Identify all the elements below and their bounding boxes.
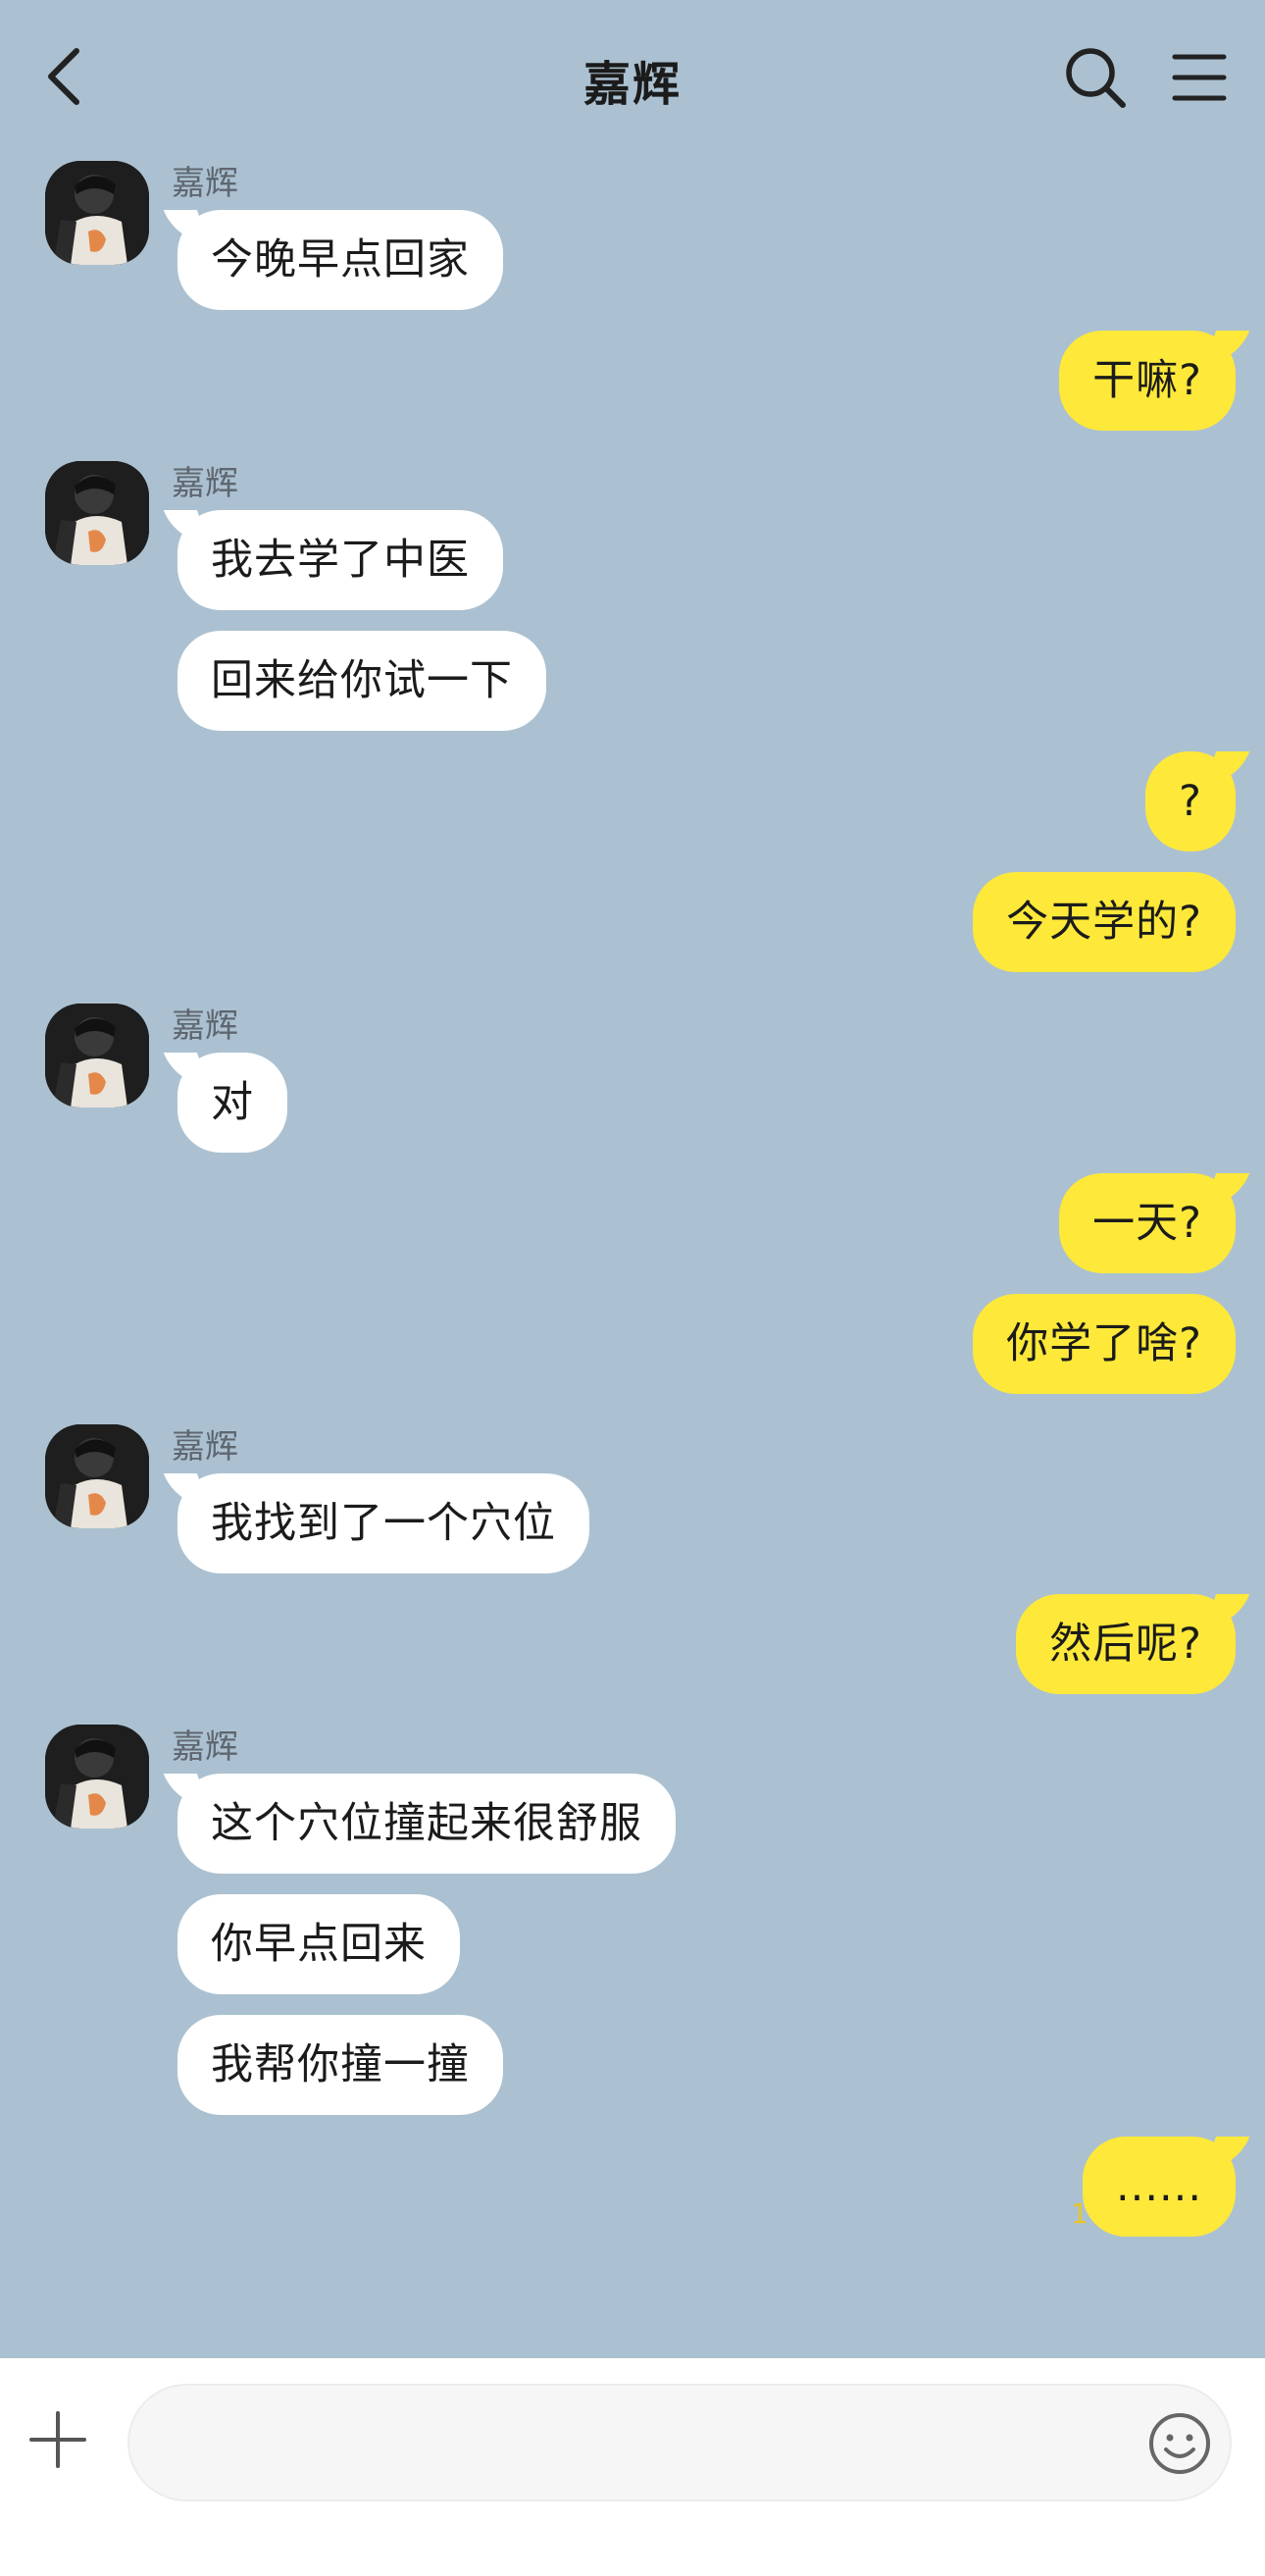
sender-name: 嘉辉 — [172, 464, 238, 503]
avatar[interactable] — [45, 1424, 149, 1528]
emoji-button[interactable] — [1147, 2411, 1212, 2476]
avatar[interactable] — [45, 1725, 149, 1829]
attach-button[interactable] — [27, 2409, 88, 2470]
sender-name: 嘉辉 — [172, 1006, 238, 1046]
avatar-image — [45, 1424, 149, 1528]
incoming-message[interactable]: 今晚早点回家 — [177, 210, 503, 310]
incoming-message[interactable]: 我去学了中医 — [177, 510, 503, 610]
emoji-icon — [1149, 2413, 1210, 2474]
incoming-message[interactable]: 对 — [177, 1053, 287, 1153]
outgoing-message[interactable]: ? — [1145, 751, 1236, 851]
input-bar — [0, 2358, 1265, 2576]
menu-button[interactable] — [1169, 47, 1230, 108]
incoming-message[interactable]: 你早点回来 — [177, 1894, 460, 1994]
avatar[interactable] — [45, 161, 149, 265]
sender-name: 嘉辉 — [172, 1727, 238, 1767]
incoming-message[interactable]: 我找到了一个穴位 — [177, 1473, 589, 1573]
outgoing-message[interactable]: 你学了啥? — [973, 1294, 1236, 1394]
search-icon — [1066, 48, 1126, 108]
sender-name: 嘉辉 — [172, 164, 238, 203]
incoming-message[interactable]: 回来给你试一下 — [177, 631, 546, 731]
avatar-image — [45, 1004, 149, 1108]
avatar-image — [45, 461, 149, 565]
chat-screen: 嘉辉 嘉辉 今晚早点回家 干嘛? 嘉辉 我去学了中医 回来给你试一下 ? 今天学… — [0, 0, 1265, 2576]
hamburger-menu-icon — [1172, 54, 1227, 101]
outgoing-message[interactable]: 一天? — [1059, 1173, 1236, 1273]
avatar[interactable] — [45, 461, 149, 565]
outgoing-message[interactable]: 然后呢? — [1016, 1594, 1236, 1694]
incoming-message[interactable]: 我帮你撞一撞 — [177, 2015, 503, 2115]
outgoing-message[interactable]: 干嘛? — [1059, 331, 1236, 431]
outgoing-message[interactable]: 今天学的? — [973, 872, 1236, 972]
outgoing-message[interactable]: ...... — [1082, 2137, 1236, 2237]
avatar[interactable] — [45, 1004, 149, 1108]
search-button[interactable] — [1061, 43, 1130, 112]
avatar-image — [45, 161, 149, 265]
avatar-image — [45, 1725, 149, 1829]
plus-icon — [29, 2411, 86, 2468]
sender-name: 嘉辉 — [172, 1427, 238, 1467]
message-input[interactable] — [127, 2384, 1232, 2501]
chat-header: 嘉辉 — [0, 0, 1265, 157]
incoming-message[interactable]: 这个穴位撞起来很舒服 — [177, 1774, 676, 1874]
